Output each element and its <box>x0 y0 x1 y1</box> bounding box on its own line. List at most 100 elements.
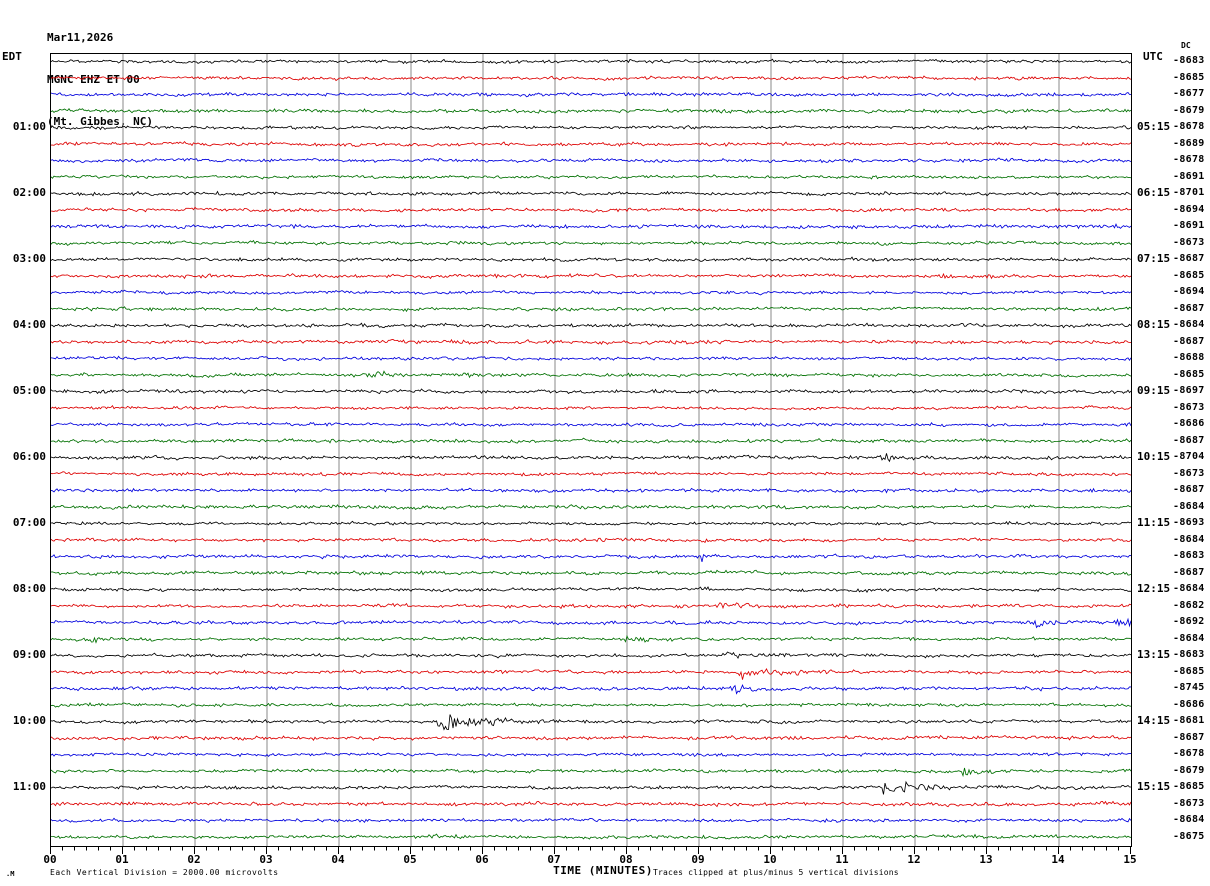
left-time-label: 04:00 <box>0 318 46 331</box>
seismic-trace-row <box>51 669 1131 680</box>
x-axis-tick-label: 03 <box>253 853 279 866</box>
right-axis-title: UTC <box>1143 50 1163 63</box>
plot-area <box>50 53 1132 847</box>
seismic-trace-row <box>51 538 1131 543</box>
x-axis-tick-label: 01 <box>109 853 135 866</box>
corner-mark: .M <box>6 870 14 878</box>
right-time-label: 07:15 <box>1137 252 1177 265</box>
title-date: Mar11,2026 <box>47 31 153 45</box>
dc-offset-value: -8684 <box>1173 501 1209 512</box>
right-time-label: 09:15 <box>1137 384 1177 397</box>
seismic-trace-row <box>51 438 1131 443</box>
x-axis-tick-label: 06 <box>469 853 495 866</box>
seismic-trace-row <box>51 191 1131 195</box>
seismic-trace-row <box>51 356 1131 360</box>
dc-offset-value: -8687 <box>1173 253 1209 264</box>
dc-offset-value: -8745 <box>1173 682 1209 693</box>
dc-offset-value: -8679 <box>1173 765 1209 776</box>
dc-offset-value: -8675 <box>1173 831 1209 842</box>
dc-offset-value: -8682 <box>1173 600 1209 611</box>
seismic-trace-row <box>51 142 1131 147</box>
seismic-trace-row <box>51 834 1131 839</box>
seismic-trace-row <box>51 323 1131 328</box>
left-time-label: 05:00 <box>0 384 46 397</box>
dc-offset-value: -8701 <box>1173 187 1209 198</box>
dc-offset-value: -8681 <box>1173 715 1209 726</box>
dc-offset-value: -8686 <box>1173 699 1209 710</box>
left-time-label: 08:00 <box>0 582 46 595</box>
dc-offset-value: -8678 <box>1173 121 1209 132</box>
dc-offset-value: -8673 <box>1173 798 1209 809</box>
right-time-label: 15:15 <box>1137 780 1177 793</box>
dc-offset-value: -8691 <box>1173 220 1209 231</box>
x-axis-tick-label: 13 <box>973 853 999 866</box>
dc-offset-value: -8687 <box>1173 303 1209 314</box>
seismic-trace-row <box>51 703 1131 707</box>
dc-offset-value: -8684 <box>1173 633 1209 644</box>
seismic-trace-row <box>51 736 1131 741</box>
x-axis-tick-label: 11 <box>829 853 855 866</box>
x-axis-tick-label: 05 <box>397 853 423 866</box>
dc-offset-value: -8673 <box>1173 468 1209 479</box>
helicorder-screen: Mar11,2026 MGNC EHZ ET 00 (Mt. Gibbes, N… <box>0 0 1210 886</box>
right-time-label: 05:15 <box>1137 120 1177 133</box>
seismic-trace-row <box>51 685 1131 694</box>
dc-offset-value: -8678 <box>1173 748 1209 759</box>
dc-offset-value: -8686 <box>1173 418 1209 429</box>
seismic-trace-row <box>51 207 1131 212</box>
dc-offset-value: -8687 <box>1173 732 1209 743</box>
seismic-trace-row <box>51 768 1131 776</box>
dc-offset-value: -8685 <box>1173 270 1209 281</box>
left-time-label: 03:00 <box>0 252 46 265</box>
left-time-label: 06:00 <box>0 450 46 463</box>
seismic-trace-row <box>51 257 1131 261</box>
seismic-trace-row <box>51 175 1131 179</box>
scale-note: Each Vertical Division = 2000.00 microvo… <box>50 868 279 877</box>
dc-offset-value: -8692 <box>1173 616 1209 627</box>
seismic-trace-row <box>51 753 1131 757</box>
seismic-trace-row <box>51 505 1131 510</box>
seismic-trace-row <box>51 274 1131 279</box>
seismic-trace-row <box>51 93 1131 97</box>
left-time-label: 07:00 <box>0 516 46 529</box>
left-time-label: 10:00 <box>0 714 46 727</box>
seismic-trace-row <box>51 603 1131 609</box>
seismic-traces <box>51 54 1131 846</box>
dc-offset-value: -8697 <box>1173 385 1209 396</box>
seismic-trace-row <box>51 636 1131 642</box>
dc-offset-value: -8704 <box>1173 451 1209 462</box>
dc-offset-value: -8687 <box>1173 567 1209 578</box>
seismic-trace-row <box>51 76 1131 81</box>
dc-offset-value: -8687 <box>1173 336 1209 347</box>
seismic-trace-row <box>51 453 1131 461</box>
seismic-trace-row <box>51 371 1131 377</box>
seismic-trace-row <box>51 801 1131 806</box>
seismic-trace-row <box>51 126 1131 130</box>
dc-offset-value: -8685 <box>1173 72 1209 83</box>
x-axis-tick-label: 00 <box>37 853 63 866</box>
right-time-label: 08:15 <box>1137 318 1177 331</box>
left-time-label: 02:00 <box>0 186 46 199</box>
dc-offset-value: -8685 <box>1173 369 1209 380</box>
seismic-trace-row <box>51 224 1131 229</box>
right-time-label: 14:15 <box>1137 714 1177 727</box>
seismic-trace-row <box>51 818 1131 822</box>
x-axis-tick-label: 04 <box>325 853 351 866</box>
dc-offset-value: -8694 <box>1173 286 1209 297</box>
seismic-trace-row <box>51 241 1131 246</box>
seismic-trace-row <box>51 521 1131 525</box>
left-time-label: 09:00 <box>0 648 46 661</box>
right-time-label: 06:15 <box>1137 186 1177 199</box>
dc-offset-value: -8688 <box>1173 352 1209 363</box>
seismic-trace-row <box>51 488 1131 492</box>
seismic-trace-row <box>51 422 1131 426</box>
dc-offset-value: -8684 <box>1173 583 1209 594</box>
dc-offset-value: -8687 <box>1173 435 1209 446</box>
x-axis-tick-label: 15 <box>1117 853 1143 866</box>
x-axis-tick-label: 02 <box>181 853 207 866</box>
dc-column-header: DC <box>1181 41 1191 50</box>
dc-offset-value: -8677 <box>1173 88 1209 99</box>
x-axis-tick-label: 14 <box>1045 853 1071 866</box>
seismic-trace-row <box>51 59 1131 63</box>
left-time-label: 01:00 <box>0 120 46 133</box>
